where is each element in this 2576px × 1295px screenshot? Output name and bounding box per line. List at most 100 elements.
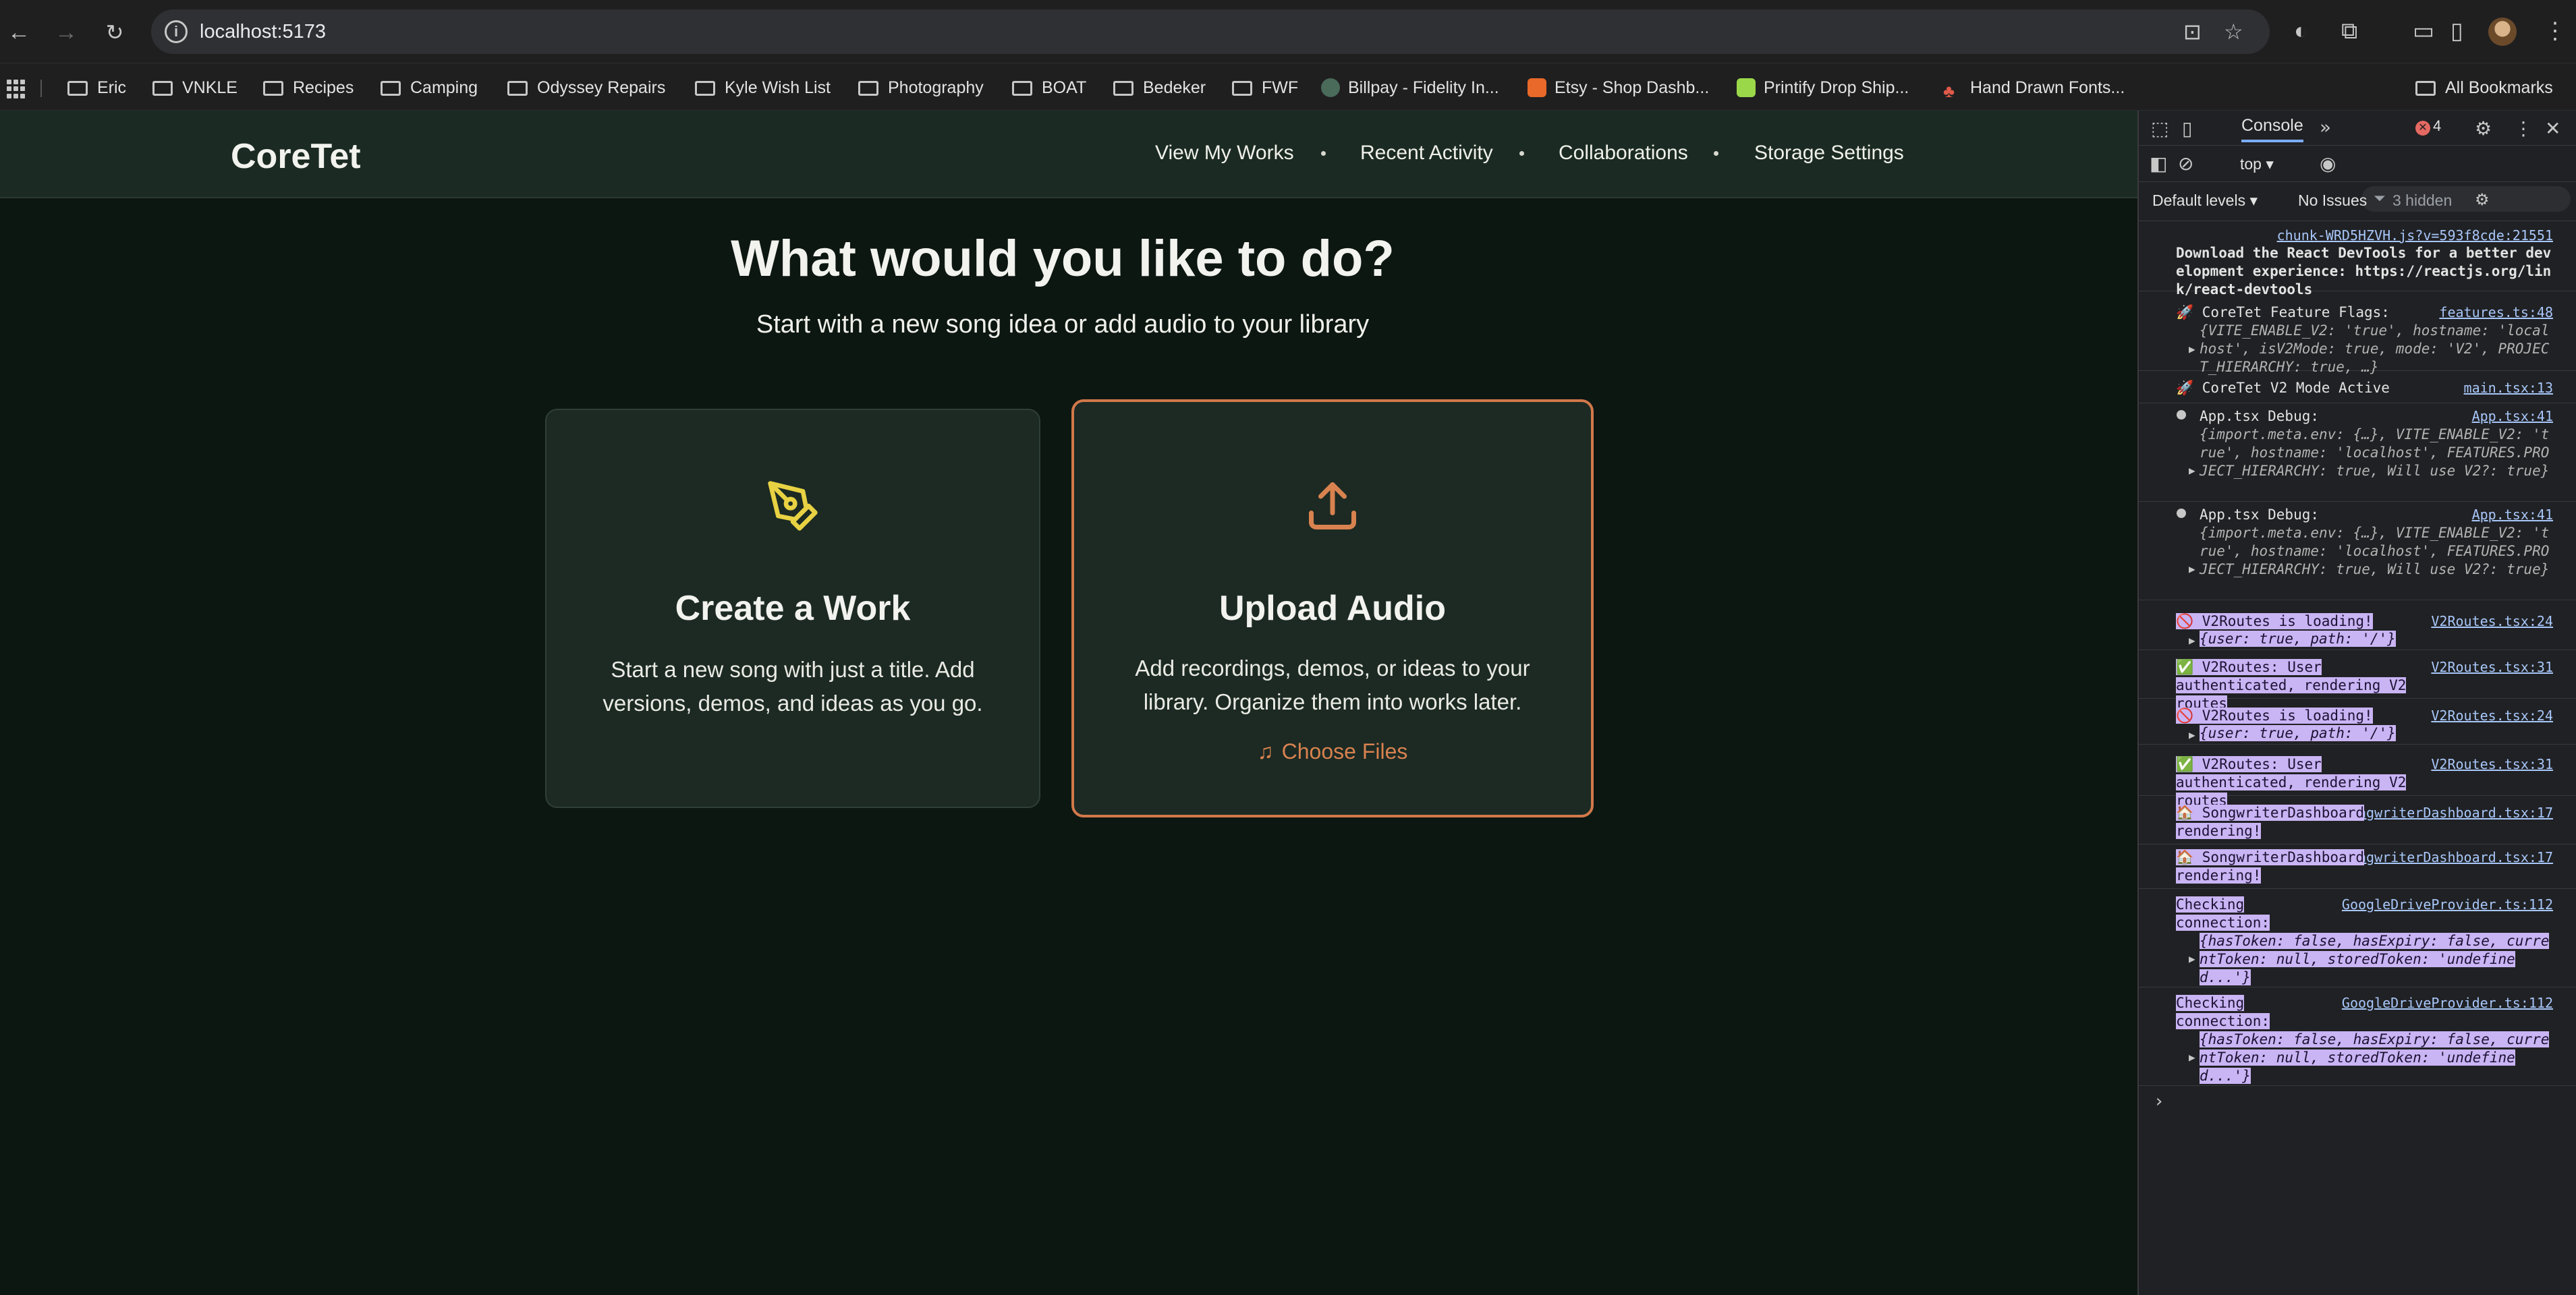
bookmark-label: BOAT: [1042, 78, 1087, 97]
url-text[interactable]: localhost:5173: [200, 21, 326, 43]
console-prompt[interactable]: ›: [2154, 1091, 2164, 1112]
console-levels-bar: Default levels ▾ No Issues 3 hidden ⚙: [2139, 182, 2576, 221]
site-info-icon[interactable]: i: [165, 20, 188, 43]
choose-files-button[interactable]: ♫ Choose Files: [1074, 739, 1591, 764]
bookmark-label: Hand Drawn Fonts...: [1970, 78, 2125, 97]
close-icon[interactable]: ✕: [2545, 117, 2560, 140]
address-bar[interactable]: i localhost:5173 ⊡ ☆: [151, 9, 2270, 54]
device-toolbar-icon[interactable]: ▯: [2182, 117, 2192, 140]
all-bookmarks[interactable]: All Bookmarks: [2415, 76, 2553, 100]
console-settings-icon[interactable]: ⚙: [2475, 190, 2490, 209]
bookmark-folder[interactable]: BOAT: [1012, 76, 1086, 100]
browser-toolbar: ← → ↻ i localhost:5173 ⊡ ☆ ◐ ⧉ ▭ ▯ ⋮: [0, 0, 2576, 63]
levels-label: Default levels: [2152, 192, 2246, 209]
log-message: Download the React DevTools for a better…: [2176, 245, 2552, 297]
menu-kebab-icon[interactable]: ⋮: [2544, 18, 2567, 45]
nav-storage-settings[interactable]: Storage Settings: [1754, 142, 1904, 165]
error-count-badge[interactable]: ✕ 4: [2415, 117, 2441, 136]
folder-icon: [507, 81, 528, 96]
tab-console[interactable]: Console: [2241, 116, 2303, 142]
pen-nib-icon: [766, 479, 820, 536]
bookmark-label: Photography: [888, 78, 984, 97]
log-detail: {user: true, path: '/'}: [2200, 631, 2396, 647]
log-message: 🚫 V2Routes is loading!: [2176, 708, 2373, 724]
bookmarks-divider: [40, 80, 42, 97]
profile-avatar[interactable]: [2488, 18, 2517, 46]
media-router-icon[interactable]: ▭: [2413, 18, 2434, 45]
bookmark-link[interactable]: Etsy - Shop Dashb...: [1528, 76, 1709, 100]
log-message: 🚀 CoreTet V2 Mode Active: [2176, 380, 2390, 396]
live-expression-eye-icon[interactable]: ◉: [2320, 152, 2336, 175]
inspect-element-icon[interactable]: ⬚: [2151, 117, 2168, 140]
bookmark-folder[interactable]: Recipes: [263, 76, 354, 100]
console-log-entry: V2Routes.tsx:24 🚫 V2Routes is loading! ▶…: [2139, 704, 2576, 745]
bookmark-folder[interactable]: Eric: [67, 76, 126, 100]
extension-icon[interactable]: ◐: [2294, 18, 2308, 45]
log-detail: {VITE_ENABLE_V2: 'true', hostname: 'loca…: [2200, 322, 2550, 375]
bookmark-folder[interactable]: Photography: [858, 76, 984, 100]
log-levels-dropdown[interactable]: Default levels ▾: [2152, 192, 2258, 210]
bookmark-label: Odyssey Repairs: [537, 78, 666, 97]
sidebar-icon[interactable]: ▯: [2451, 18, 2463, 45]
hidden-count: 3 hidden: [2392, 192, 2453, 209]
sidebar-toggle-icon[interactable]: ◧: [2150, 152, 2167, 175]
folder-icon: [263, 81, 283, 96]
bookmarks-bar: Eric VNKLE Recipes Camping Odyssey Repai…: [0, 63, 2576, 111]
folder-icon: [2415, 81, 2436, 96]
back-icon[interactable]: ←: [3, 16, 35, 49]
expand-triangle-icon[interactable]: ▶: [2189, 631, 2195, 650]
log-source-link[interactable]: GoogleDriveProvider.ts:112: [2342, 994, 2553, 1012]
log-detail: {import.meta.env: {…}, VITE_ENABLE_V2: '…: [2200, 426, 2550, 479]
bookmark-star-icon[interactable]: ☆: [2224, 20, 2243, 43]
expand-triangle-icon[interactable]: ▶: [2189, 726, 2195, 744]
folder-icon: [858, 81, 878, 96]
bookmark-folder[interactable]: Odyssey Repairs: [507, 76, 665, 100]
more-tabs-icon[interactable]: »: [2320, 116, 2331, 138]
apps-grid-icon[interactable]: [7, 80, 26, 98]
context-label: top: [2240, 155, 2262, 173]
issues-link[interactable]: No Issues: [2298, 192, 2367, 210]
bookmark-folder[interactable]: Camping: [381, 76, 478, 100]
nav-collaborations[interactable]: Collaborations: [1559, 142, 1688, 165]
app-viewport: CoreTet View My Works Recent Activity Co…: [0, 111, 2137, 1295]
card-description: Add recordings, demos, or ideas to your …: [1135, 656, 1530, 714]
log-source-link[interactable]: V2Routes.tsx:31: [2431, 658, 2553, 677]
nav-recent-activity[interactable]: Recent Activity: [1360, 142, 1493, 165]
bookmark-link[interactable]: ♣ Hand Drawn Fonts...: [1943, 76, 2125, 100]
settings-gear-icon[interactable]: ⚙: [2475, 117, 2492, 140]
devtools-menu-icon[interactable]: ⋮: [2514, 117, 2533, 140]
clear-console-icon[interactable]: ⊘: [2178, 152, 2193, 175]
app-header: CoreTet View My Works Recent Activity Co…: [0, 111, 2137, 198]
expand-triangle-icon[interactable]: ▶: [2189, 461, 2195, 480]
console-log-entry: App.tsx:41 App.tsx Debug: ▶ {import.meta…: [2139, 503, 2576, 600]
forward-icon[interactable]: →: [50, 16, 82, 49]
log-source-link[interactable]: V2Routes.tsx:31: [2431, 755, 2553, 774]
create-work-card[interactable]: Create a Work Start a new song with just…: [545, 409, 1040, 808]
upload-audio-card[interactable]: Upload Audio Add recordings, demos, or i…: [1071, 399, 1594, 817]
log-message: 🏠 SongwriterDashboard rendering!: [2176, 805, 2365, 839]
verbose-dot-icon: [2177, 509, 2186, 518]
install-app-icon[interactable]: ⊡: [2183, 20, 2202, 43]
log-source-link[interactable]: chunk-WRD5HZVH.js?v=593f8cde:21551: [2277, 227, 2553, 245]
bookmark-folder[interactable]: Kyle Wish List: [695, 76, 831, 100]
log-detail: {hasToken: false, hasExpiry: false, curr…: [2200, 1031, 2550, 1084]
expand-triangle-icon[interactable]: ▶: [2189, 340, 2195, 358]
context-selector[interactable]: top ▾: [2240, 155, 2274, 173]
extensions-puzzle-icon[interactable]: ⧉: [2341, 18, 2357, 45]
expand-triangle-icon[interactable]: ▶: [2189, 1048, 2195, 1066]
log-message: Checking connection:: [2176, 995, 2270, 1029]
bookmark-folder[interactable]: Bedeker: [1113, 76, 1206, 100]
expand-triangle-icon[interactable]: ▶: [2189, 950, 2195, 968]
log-source-link[interactable]: GoogleDriveProvider.ts:112: [2342, 896, 2553, 914]
nav-view-my-works[interactable]: View My Works: [1155, 142, 1294, 165]
expand-triangle-icon[interactable]: ▶: [2189, 560, 2195, 578]
bookmark-link[interactable]: Printify Drop Ship...: [1737, 76, 1909, 100]
console-log-entry: V2Routes.tsx:24 🚫 V2Routes is loading! ▶…: [2139, 610, 2576, 650]
reload-icon[interactable]: ↻: [99, 16, 131, 49]
bookmark-folder[interactable]: VNKLE: [152, 76, 237, 100]
brand-logo[interactable]: CoreTet: [231, 136, 361, 177]
log-message: 🚫 V2Routes is loading!: [2176, 613, 2373, 629]
bookmark-folder[interactable]: FWF: [1232, 76, 1298, 100]
bookmark-link[interactable]: Billpay - Fidelity In...: [1321, 76, 1499, 100]
log-message: App.tsx Debug:: [2200, 408, 2320, 424]
